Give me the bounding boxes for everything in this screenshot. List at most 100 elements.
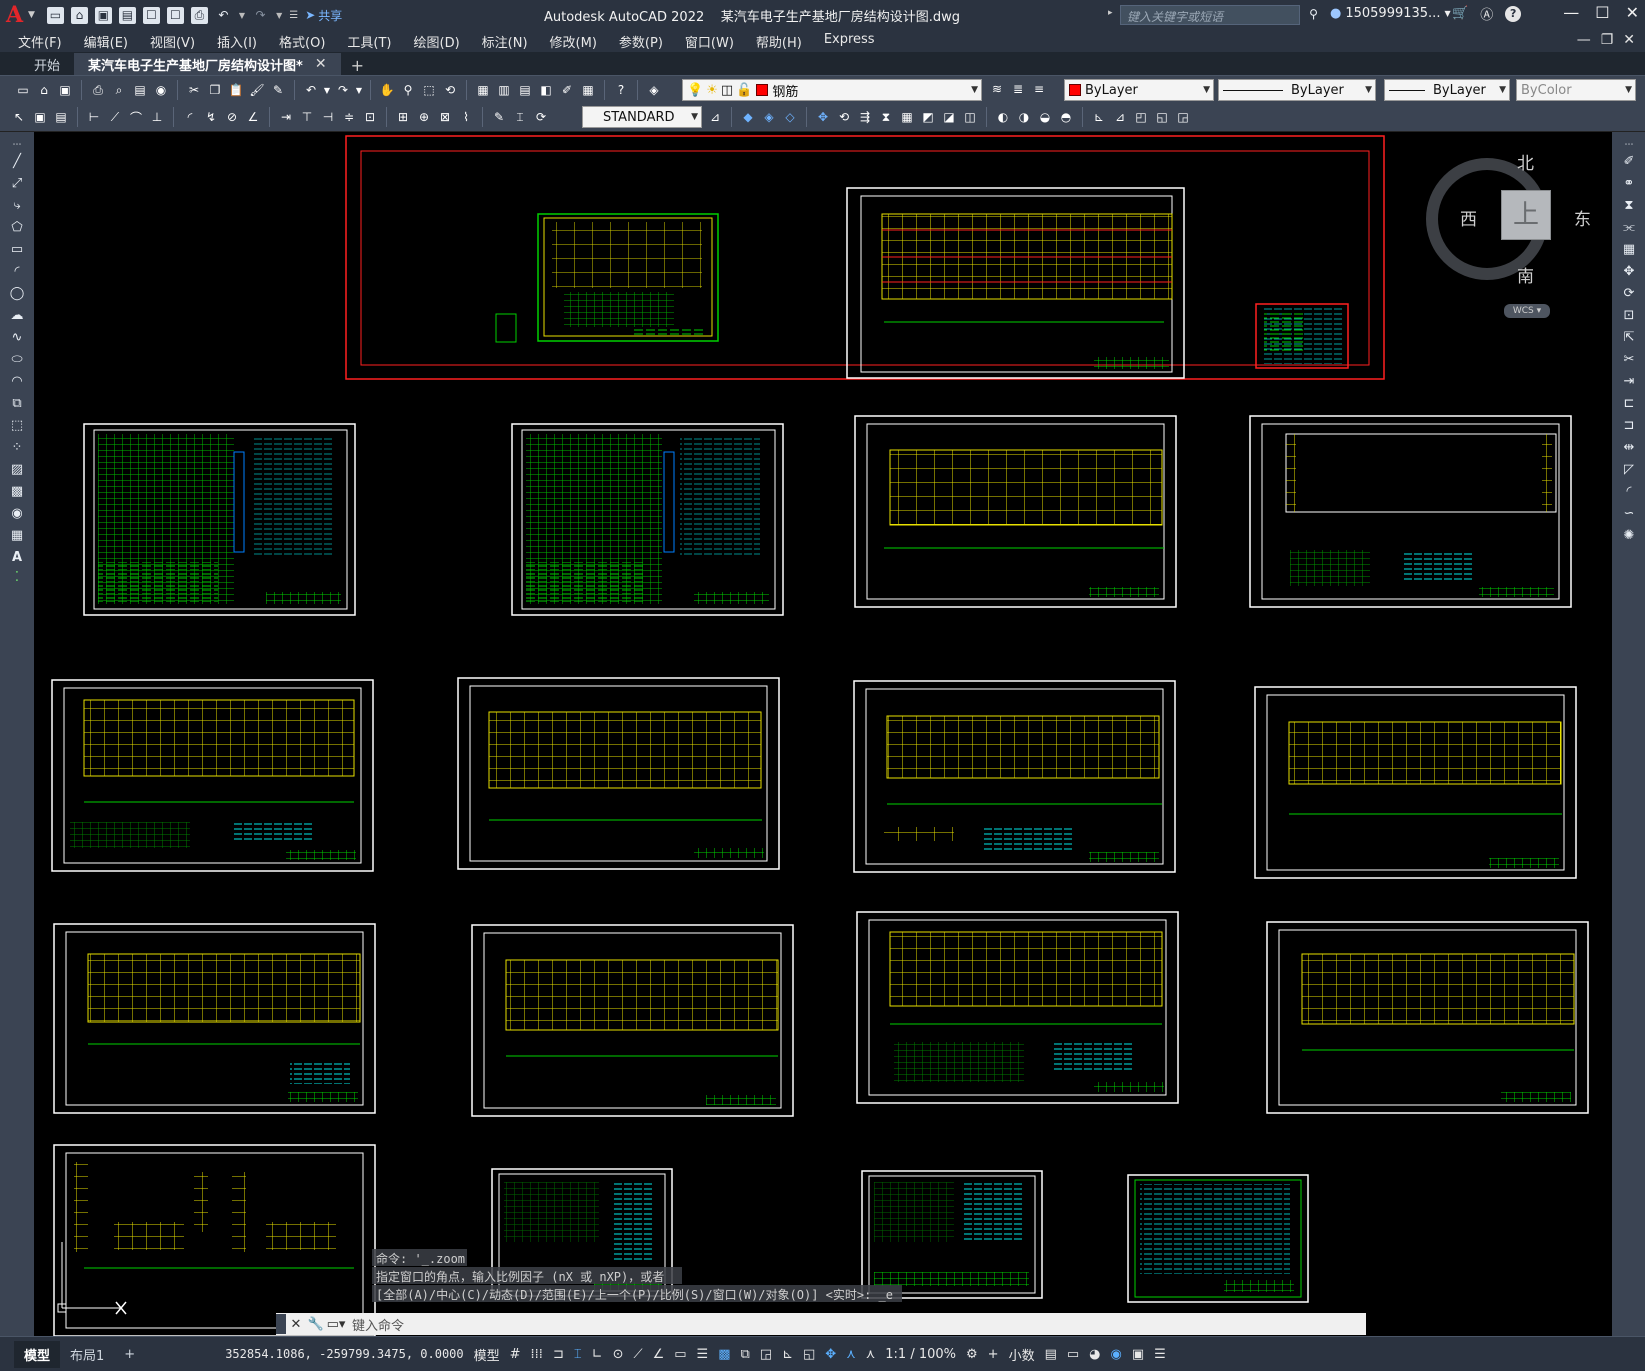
linear-dim-icon[interactable]: ⊢ [85, 108, 103, 126]
copy-object-icon[interactable]: ⚭ [1620, 174, 1638, 192]
ordinate-dim-icon[interactable]: ⊥ [148, 108, 166, 126]
menu-window[interactable]: 窗口(W) [685, 32, 748, 51]
dim-space-icon[interactable]: ≑ [340, 108, 358, 126]
interfere-icon[interactable]: ◫ [961, 108, 979, 126]
transparency-icon[interactable]: ▩ [718, 1347, 730, 1362]
layout-tab-model[interactable]: 模型 [14, 1340, 61, 1368]
point-icon[interactable]: ⁘ [8, 438, 26, 456]
plot-style-dropdown[interactable]: ByColor ▼ [1516, 79, 1636, 101]
realistic-icon[interactable]: ◑ [1015, 108, 1033, 126]
menu-parametric[interactable]: 参数(P) [619, 32, 677, 51]
ellipse-arc-icon[interactable]: ◠ [8, 372, 26, 390]
properties-icon[interactable]: ▦ [474, 81, 492, 99]
object-snap-tracking-icon[interactable]: ∠ [653, 1347, 665, 1362]
polygon-icon[interactable]: ⬠ [8, 218, 26, 236]
command-history-icon[interactable]: ▭▾ [326, 1317, 346, 1332]
ortho-icon[interactable]: ∟ [592, 1347, 603, 1362]
dim-update-icon[interactable]: ⟳ [532, 108, 550, 126]
annotation-scale[interactable]: 1:1 / 100% [885, 1347, 956, 1362]
dim-break-icon[interactable]: ⊡ [361, 108, 379, 126]
command-close-icon[interactable]: ✕ [286, 1317, 306, 1332]
save-web-icon[interactable]: ☐ [166, 6, 184, 24]
selection-filter-icon[interactable]: ◱ [803, 1347, 815, 1362]
new-file-icon[interactable]: ▭ [14, 81, 32, 99]
search-input[interactable]: 键入关键字或短语 [1120, 5, 1300, 25]
zoom-realtime-icon[interactable]: ⚲ [399, 81, 417, 99]
add-layout-icon[interactable]: + [114, 1343, 145, 1366]
copy-icon[interactable]: ❐ [206, 81, 224, 99]
region-icon[interactable]: ◉ [8, 504, 26, 522]
menu-modify[interactable]: 修改(M) [550, 32, 611, 51]
polyline-icon[interactable]: ⤷ [8, 196, 26, 214]
snap-icon[interactable]: ⁞⁞⁞ [531, 1347, 543, 1362]
tool-palettes-icon[interactable]: ▤ [516, 81, 534, 99]
new-icon[interactable]: ▭ [46, 6, 64, 24]
markup-icon[interactable]: ✐ [558, 81, 576, 99]
construction-line-icon[interactable]: ⤢ [8, 174, 26, 192]
drawing-canvas[interactable]: 命令: '_.zoom 指定窗口的角点，输入比例因子 (nX 或 nXP)，或者… [34, 132, 1612, 1336]
command-input[interactable]: 键入命令 [352, 1315, 404, 1334]
dynamic-input-icon[interactable]: ⌶ [574, 1347, 582, 1362]
isodraft-icon[interactable]: ⟋ [633, 1347, 642, 1362]
undo-dropdown-icon[interactable]: ▼ [239, 11, 245, 20]
menu-edit[interactable]: 编辑(E) [84, 32, 142, 51]
units-display[interactable]: 小数 [1009, 1345, 1035, 1364]
jogged-dim-icon[interactable]: ↯ [202, 108, 220, 126]
block-editor-icon[interactable]: ✎ [269, 81, 287, 99]
doc-close-icon[interactable]: ✕ [1623, 32, 1635, 48]
break-icon[interactable]: ⊐ [1620, 416, 1638, 434]
inspect-icon[interactable]: ⊠ [436, 108, 454, 126]
toolbar-undo-dropdown-icon[interactable]: ▼ [323, 81, 331, 99]
quick-select-icon[interactable]: ▣ [31, 108, 49, 126]
paste-icon[interactable]: 📋 [227, 81, 245, 99]
redo-dropdown-icon[interactable]: ▼ [276, 11, 282, 20]
zoom-previous-icon[interactable]: ⟲ [441, 81, 459, 99]
arc-icon[interactable]: ◜ [8, 262, 26, 280]
save-file-icon[interactable]: ▣ [56, 81, 74, 99]
undo-icon[interactable]: ↶ [215, 7, 232, 24]
array-3d-icon[interactable]: ▦ [898, 108, 916, 126]
grid-icon[interactable]: # [510, 1347, 521, 1362]
baseline-dim-icon[interactable]: ⊤ [298, 108, 316, 126]
ucs-icon[interactable]: ⊾ [1090, 108, 1108, 126]
table-icon[interactable]: ▦ [8, 526, 26, 544]
lock-ui-icon[interactable]: ▭ [1067, 1347, 1079, 1362]
user-account[interactable]: ● 1505999135... ▼ [1330, 6, 1451, 21]
annotation-visibility-icon[interactable]: ⋏ [846, 1347, 856, 1362]
3d-dwf-icon[interactable]: ◉ [152, 81, 170, 99]
calculator-icon[interactable]: ▦ [579, 81, 597, 99]
toolbar-redo-icon[interactable]: ↷ [334, 81, 352, 99]
workspace-gear-icon[interactable]: ⚙ [966, 1347, 978, 1362]
redo-icon[interactable]: ↷ [252, 7, 269, 24]
open-web-icon[interactable]: ☐ [142, 6, 160, 24]
doc-minimize-icon[interactable]: — [1577, 32, 1591, 48]
command-customize-icon[interactable]: 🔧 [306, 1317, 326, 1332]
dim-style-icon[interactable]: ⊿ [706, 108, 724, 126]
align-3d-icon[interactable]: ⇶ [856, 108, 874, 126]
clean-screen-icon[interactable]: ▣ [1132, 1347, 1144, 1362]
lineweight-icon[interactable]: ☰ [697, 1347, 709, 1362]
customize-qat-icon[interactable]: ☰ [289, 10, 298, 21]
toolbar-redo-dropdown-icon[interactable]: ▼ [355, 81, 363, 99]
scale-icon[interactable]: ⊡ [1620, 306, 1638, 324]
mirror-icon[interactable]: ⧗ [1620, 196, 1638, 214]
app-menu-arrow-icon[interactable]: ▼ [28, 10, 35, 20]
tab-start[interactable]: 开始 [20, 53, 74, 75]
plot-icon[interactable]: ⎙ [190, 6, 208, 24]
menu-view[interactable]: 视图(V) [150, 32, 209, 51]
menu-tools[interactable]: 工具(T) [347, 32, 405, 51]
color-dropdown[interactable]: ByLayer ▼ [1064, 79, 1214, 101]
menu-draw[interactable]: 绘图(D) [414, 32, 474, 51]
viewcube-east[interactable]: 东 [1574, 205, 1591, 230]
dynamic-ucs-icon[interactable]: ⊾ [782, 1347, 793, 1362]
quick-properties-icon[interactable]: ▤ [1045, 1347, 1057, 1362]
print-icon[interactable]: ⎙ [89, 81, 107, 99]
dim-edit-icon[interactable]: ✎ [490, 108, 508, 126]
linetype-dropdown[interactable]: ByLayer ▼ [1218, 79, 1376, 101]
menu-help[interactable]: 帮助(H) [756, 32, 816, 51]
wcs-menu[interactable]: WCS ▾ [1504, 304, 1550, 318]
rotate-3d-icon[interactable]: ⟲ [835, 108, 853, 126]
toolbar-undo-icon[interactable]: ↶ [302, 81, 320, 99]
isolate-objects-icon[interactable]: ◕ [1089, 1347, 1100, 1362]
mirror-3d-icon[interactable]: ⧗ [877, 108, 895, 126]
